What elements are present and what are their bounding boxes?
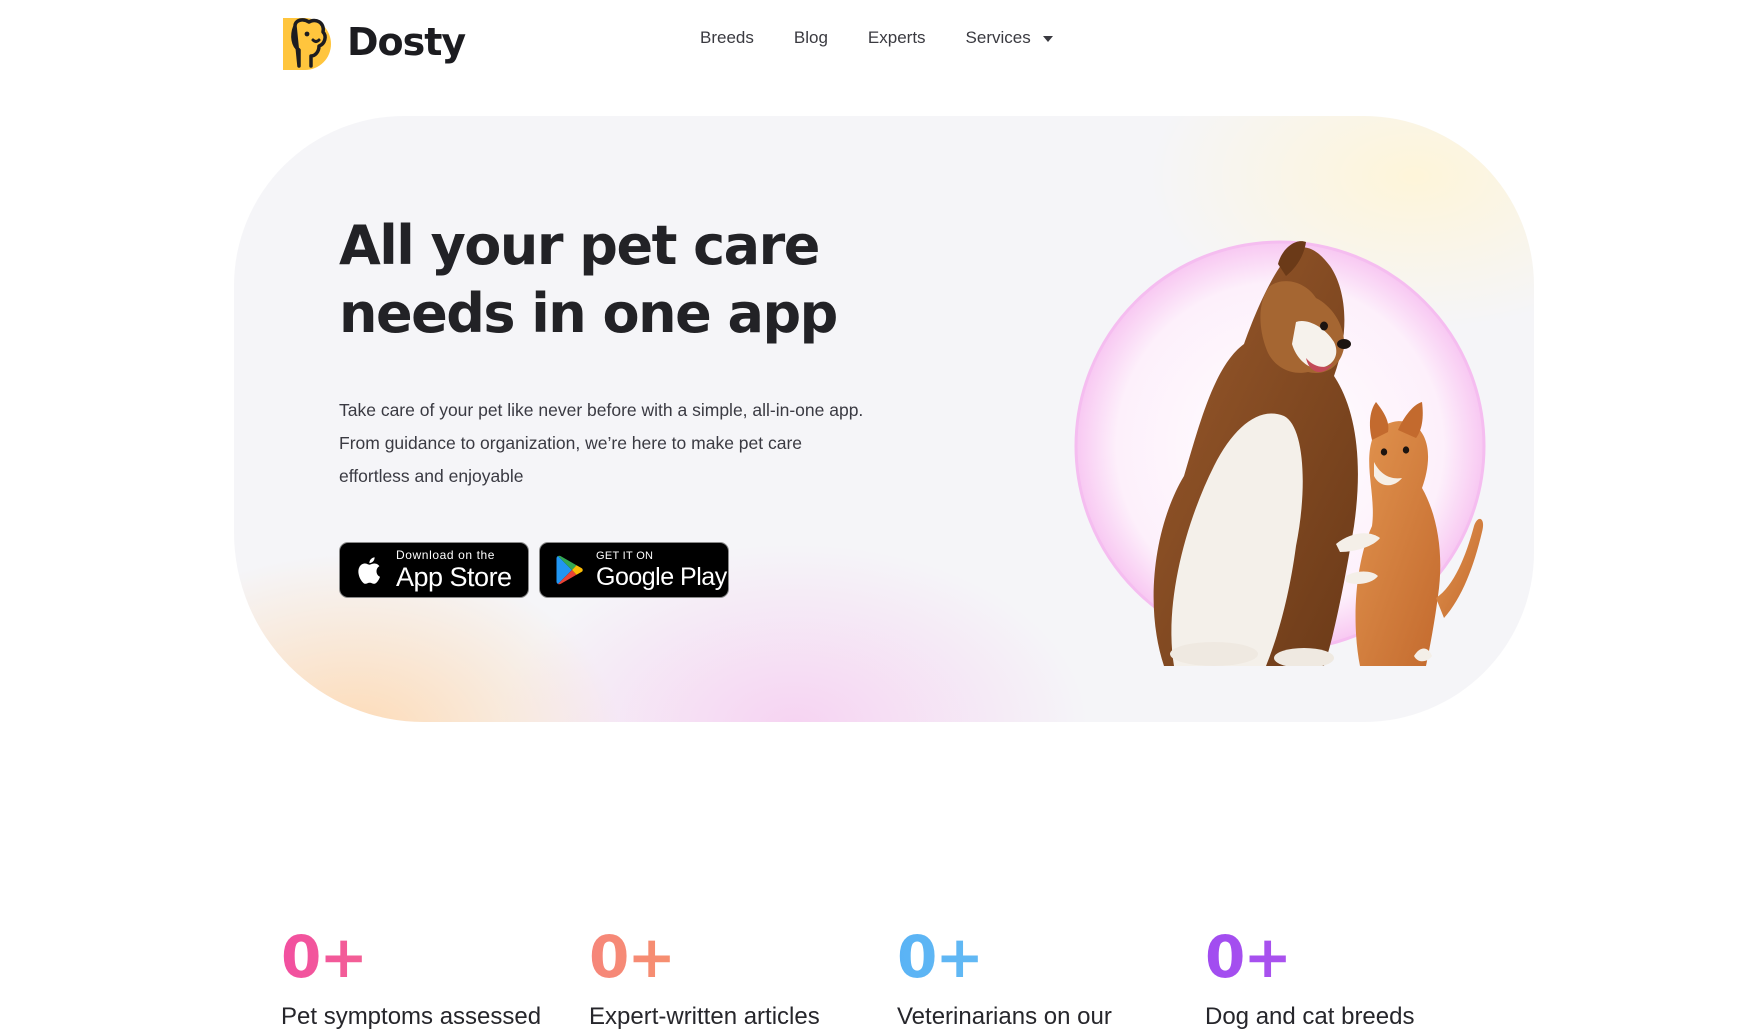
nav-item-experts[interactable]: Experts (868, 28, 926, 48)
hero-description-line: Take care of your pet like never before … (339, 400, 864, 420)
hero-title-line: needs in one app (339, 282, 838, 345)
hero-title-line: All your pet care (339, 214, 820, 277)
hero-description-line: effortless and enjoyable (339, 466, 524, 486)
stat-item: 0+ Veterinarians on our (897, 925, 1197, 1029)
stat-label: Veterinarians on our (897, 1003, 1112, 1029)
google-play-button[interactable]: GET IT ON Google Play (539, 542, 729, 598)
chevron-down-icon (1042, 36, 1053, 42)
stat-item: 0+ Dog and cat breeds (1205, 925, 1505, 1029)
stat-label: Dog and cat breeds (1205, 1003, 1415, 1029)
google-play-text: GET IT ON Google Play (596, 549, 727, 591)
app-store-small-label: Download on the (396, 548, 496, 562)
landing-page: Dosty Breeds Blog Experts Services All y… (0, 0, 1762, 1029)
hero-section: All your pet care needs in one app Take … (234, 116, 1534, 722)
brand-logo[interactable]: Dosty (281, 14, 466, 70)
nav-item-label: Experts (867, 28, 926, 47)
google-play-icon (556, 555, 583, 585)
apple-icon (358, 557, 380, 584)
dog-logo-icon (283, 18, 331, 70)
nav-item-breeds[interactable]: Breeds (700, 28, 754, 48)
stat-item: 0+ Expert-written articles (589, 925, 889, 1029)
app-store-big-label: App Store (396, 562, 512, 592)
stat-label: Expert-written articles (589, 1003, 820, 1029)
stats-section: 0+ Pet symptoms assessed 0+ Expert-writt… (281, 925, 1531, 1029)
dog-and-cat-illustration (1074, 240, 1486, 666)
brand-name: Dosty (347, 20, 466, 64)
stat-label: Pet symptoms assessed (281, 1003, 542, 1029)
stat-item: 0+ Pet symptoms assessed (281, 925, 581, 1029)
google-play-small-label: GET IT ON (596, 549, 654, 562)
stat-number: 0+ (897, 925, 1197, 989)
hero-description-line: From guidance to organization, we’re her… (339, 433, 803, 453)
stat-number: 0+ (281, 925, 581, 989)
hero-description: Take care of your pet like never before … (339, 394, 899, 493)
nav-item-label: Breeds (700, 28, 754, 47)
nav-item-blog[interactable]: Blog (794, 28, 828, 48)
nav-item-label: Services (965, 28, 1031, 47)
hero-title: All your pet care needs in one app (339, 212, 939, 348)
stat-number: 0+ (589, 925, 889, 989)
main-nav: Breeds Blog Experts Services (700, 28, 1093, 48)
app-store-text: Download on the App Store (396, 549, 512, 591)
stat-number: 0+ (1205, 925, 1505, 989)
nav-item-services[interactable]: Services (966, 28, 1053, 48)
app-store-button[interactable]: Download on the App Store (339, 542, 529, 598)
google-play-big-label: Google Play (596, 562, 727, 591)
nav-item-label: Blog (793, 28, 828, 47)
site-header: Dosty Breeds Blog Experts Services (0, 0, 1762, 84)
